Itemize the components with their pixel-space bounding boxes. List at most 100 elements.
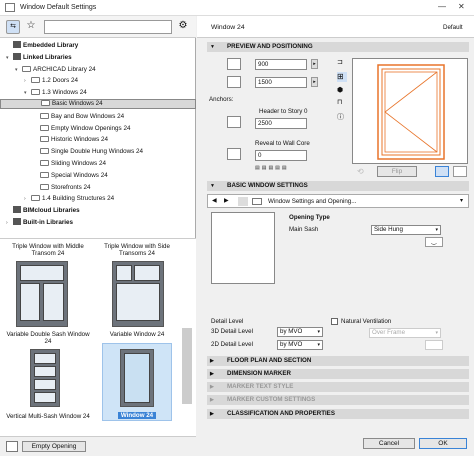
tree-item[interactable]: ▾ Linked Libraries — [0, 52, 196, 63]
tree-item[interactable]: Sliding Windows 24 — [0, 158, 196, 169]
ok-button[interactable]: OK — [419, 438, 467, 449]
window-thumbnail[interactable] — [16, 261, 68, 327]
tree-item[interactable]: ▾ ARCHICAD Library 24 — [0, 64, 196, 75]
close-button[interactable]: ✕ — [458, 2, 465, 11]
chevron-icon[interactable]: ▾ — [24, 88, 31, 99]
title-bar: Window Default Settings — ✕ — [0, 0, 474, 16]
chevron-icon[interactable]: › — [6, 218, 13, 229]
detail-2d-select[interactable]: by MVO ▾ — [277, 340, 323, 350]
prev-tab-icon[interactable]: ◀ — [212, 197, 217, 204]
section-classification[interactable]: ▶ CLASSIFICATION AND PROPERTIES — [207, 409, 469, 419]
minimize-button[interactable]: — — [438, 2, 446, 11]
tree-item[interactable]: › 1.4 Building Structures 24 — [0, 193, 196, 204]
section-dimension-marker[interactable]: ▶ DIMENSION MARKER — [207, 369, 469, 379]
tree-item[interactable]: Empty Window Openings 24 — [0, 123, 196, 134]
chevron-icon[interactable]: ▾ — [6, 53, 13, 64]
tree-item[interactable]: Embedded Library — [0, 40, 196, 51]
default-label: Default — [443, 24, 463, 31]
section-floor-plan[interactable]: ▶ FLOOR PLAN AND SECTION — [207, 356, 469, 366]
detail-3d-select[interactable]: by MVO ▾ — [277, 327, 323, 337]
chevron-icon[interactable]: › — [24, 76, 31, 87]
vent-options-icon[interactable] — [425, 340, 443, 350]
elevation-view-icon[interactable]: ⊞ — [337, 72, 347, 82]
tree-item[interactable]: BIMcloud Libraries — [0, 205, 196, 216]
library-manager-icon[interactable] — [6, 441, 18, 452]
tree-item-label: Single Double Hung Windows 24 — [51, 148, 144, 156]
detail-level-label: Detail Level — [211, 318, 244, 325]
tree-item[interactable]: Special Windows 24 — [0, 170, 196, 181]
library-icon — [13, 41, 21, 48]
tree-item[interactable]: Storefronts 24 — [0, 182, 196, 193]
thumb-label[interactable]: Variable Window 24 — [100, 331, 174, 338]
chevron-icon[interactable]: ▾ — [15, 65, 22, 76]
thumbnail-scrollbar[interactable] — [182, 328, 192, 404]
section-marker-custom[interactable]: ▶ MARKER CUSTOM SETTINGS — [207, 395, 469, 405]
3d-view-icon[interactable]: ⬢ — [337, 86, 347, 96]
thumb-label[interactable]: Variable Double Sash Window 24 — [6, 331, 90, 345]
tree-item[interactable]: Basic Windows 24 — [0, 99, 196, 109]
element-name: Window 24 — [211, 24, 245, 31]
vent-type-select[interactable]: Over Frame ▾ — [369, 328, 441, 338]
tree-item-label: BIMcloud Libraries — [23, 207, 80, 215]
tree-item[interactable]: › Built-in Libraries — [0, 217, 196, 228]
empty-opening-button[interactable]: Empty Opening — [22, 441, 86, 452]
width-arrow-icon[interactable]: ▸ — [311, 59, 318, 69]
natural-vent-checkbox[interactable] — [331, 318, 338, 325]
tree-item[interactable]: Bay and Bow Windows 24 — [0, 111, 196, 122]
library-bottom-bar: Empty Opening — [0, 436, 196, 456]
next-tab-icon[interactable]: ▶ — [224, 197, 229, 204]
app-icon — [5, 3, 15, 12]
plan-view-icon[interactable]: ⊐ — [337, 58, 347, 68]
tree-item[interactable]: ▾ 1.3 Windows 24 — [0, 87, 196, 98]
rotate-icon[interactable]: ⟲ — [357, 167, 371, 177]
window-settings-icon — [252, 198, 262, 205]
settings-panel: Window 24 Default ▼ PREVIEW AND POSITIONI… — [197, 16, 474, 456]
cancel-button[interactable]: Cancel — [363, 438, 415, 449]
mirror-right-icon[interactable] — [453, 166, 467, 177]
folder-icon — [40, 183, 49, 190]
chevron-icon[interactable]: › — [24, 194, 31, 205]
thumb-label[interactable]: Vertical Multi-Sash Window 24 — [6, 413, 90, 420]
library-toolbar: ⇆ ☆ ⚙ — [0, 16, 196, 38]
favorite-star-icon[interactable]: ☆ — [24, 20, 38, 34]
section-basic-window[interactable]: ▼ BASIC WINDOW SETTINGS — [207, 181, 469, 191]
reveal-input[interactable]: 0 — [255, 150, 307, 161]
folder-icon — [31, 195, 40, 202]
tree-item[interactable]: Historic Windows 24 — [0, 134, 196, 145]
tree-item-label: Sliding Windows 24 — [51, 160, 106, 167]
main-sash-label: Main Sash — [289, 226, 319, 233]
main-sash-select[interactable]: Side Hung ▾ — [371, 225, 441, 235]
width-input[interactable]: 900 — [255, 59, 307, 70]
section-marker-text-style[interactable]: ▶ MARKER TEXT STYLE — [207, 382, 469, 392]
thumb-label-selected[interactable]: Window 24 — [118, 412, 156, 419]
natural-vent-label: Natural Ventilation — [341, 318, 392, 325]
window-thumbnail[interactable] — [30, 349, 60, 407]
gear-icon[interactable]: ⚙ — [176, 20, 190, 34]
height-input[interactable]: 1500 — [255, 77, 307, 88]
tree-item[interactable]: › 1.2 Doors 24 — [0, 75, 196, 86]
window-thumbnail[interactable] — [120, 349, 154, 407]
header-to-story-label: Header to Story 0 — [259, 108, 308, 115]
anchor-icon[interactable] — [227, 116, 241, 128]
header-input[interactable]: 2500 — [255, 118, 307, 129]
section-preview-positioning[interactable]: ▼ PREVIEW AND POSITIONING — [207, 42, 469, 52]
mirror-left-icon[interactable] — [435, 166, 449, 177]
library-search-input[interactable] — [44, 20, 172, 34]
detail-3d-label: 3D Detail Level — [211, 328, 253, 335]
section-view-icon[interactable]: ⊓ — [337, 98, 347, 108]
info-icon[interactable]: ⓘ — [337, 112, 347, 122]
view-mode-icon[interactable]: ⇆ — [6, 20, 20, 34]
folder-icon — [31, 77, 40, 84]
thumb-label[interactable]: Triple Window with Middle Transom 24 — [6, 243, 90, 257]
reveal-icon[interactable] — [227, 148, 241, 160]
height-arrow-icon[interactable]: ▸ — [311, 77, 318, 87]
chevron-down-icon[interactable]: ▾ — [460, 197, 463, 204]
reveal-label: Reveal to Wall Core — [255, 140, 310, 147]
thumb-label[interactable]: Triple Window with Side Transoms 24 — [100, 243, 174, 257]
sash-options-icon[interactable]: ⏝ — [425, 237, 443, 247]
reveal-mode-icons[interactable]: ▤▤▤▤▤ — [255, 165, 307, 174]
window-thumbnail[interactable] — [112, 261, 164, 327]
subtab-title[interactable]: Window Settings and Opening... — [268, 198, 356, 205]
flip-button[interactable]: Flip — [377, 166, 417, 177]
tree-item[interactable]: Single Double Hung Windows 24 — [0, 146, 196, 157]
